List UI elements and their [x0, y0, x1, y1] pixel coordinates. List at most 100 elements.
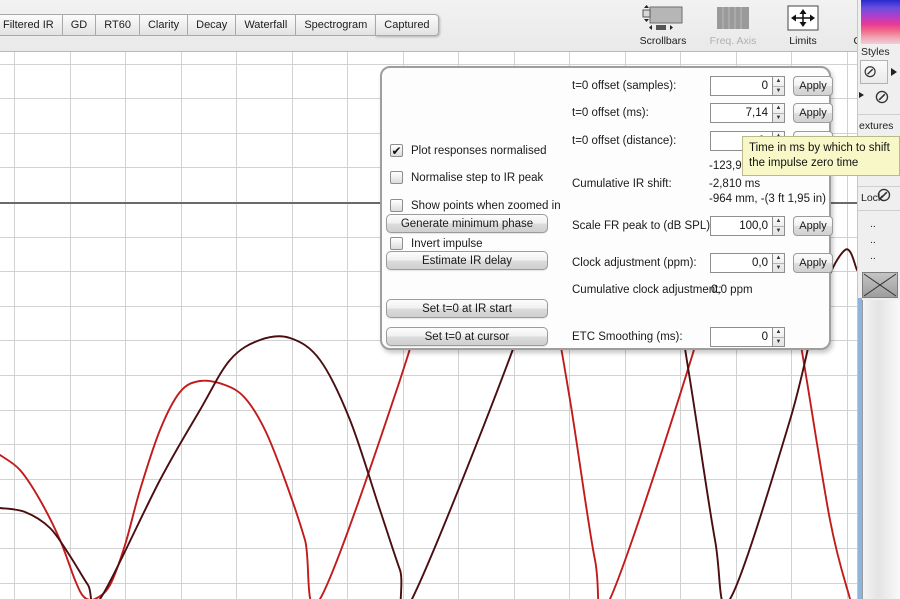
apply-button-4[interactable]: Apply [793, 216, 833, 236]
spinner-up-icon[interactable]: ▲ [773, 254, 784, 264]
spinner-up-icon[interactable]: ▲ [773, 104, 784, 114]
tab-filtered-ir[interactable]: Filtered IR [0, 14, 62, 36]
toolbar-button-scrollbars[interactable]: Scrollbars [634, 2, 692, 47]
spinner-arrows-2[interactable]: ▲ ▼ [772, 103, 785, 123]
field-label-6: ETC Smoothing (ms): [572, 331, 683, 343]
toolbar: Filtered IR GD RT60 Clarity Decay Waterfall Sp… [0, 0, 900, 52]
none-swatch-button[interactable] [862, 272, 898, 298]
field-label-4: Scale FR peak to (dB SPL): [572, 220, 714, 232]
apply-button-1[interactable]: Apply [793, 76, 833, 96]
field-label-3: t=0 offset (distance): [572, 135, 677, 147]
toolbar-button-freq-axis: Freq. Axis [704, 2, 762, 47]
spinner-down-icon[interactable]: ▼ [773, 87, 784, 96]
cumulative-ir-shift-value-3: -964 mm, -(3 ft 1,95 in) [709, 193, 826, 205]
right-panel-lower [862, 300, 900, 599]
spinner-arrows-5[interactable]: ▲ ▼ [772, 253, 785, 273]
app-window: Filtered IR GD RT60 Clarity Decay Waterfall Sp… [0, 0, 900, 599]
tab-rt60[interactable]: RT60 [95, 14, 139, 36]
apply-button-2[interactable]: Apply [793, 103, 833, 123]
action-button-estimate-ir-delay[interactable]: Estimate IR delay [386, 251, 548, 270]
checkbox-row[interactable]: ✔ Plot responses normalised [390, 144, 547, 157]
spinner-value-4[interactable]: 100,0 [710, 216, 772, 236]
tooltip-line-1: Time in ms by which to shift [749, 142, 890, 154]
scrollbars-icon [640, 2, 686, 34]
spinner-value-6[interactable]: 0 [710, 327, 772, 347]
tooltip: Time in ms by which to shift the impulse… [742, 136, 900, 176]
checkbox-row[interactable]: Invert impulse [390, 237, 483, 250]
tab-spectrogram[interactable]: Spectrogram [295, 14, 376, 36]
checkbox-label: Normalise step to IR peak [411, 171, 544, 184]
spinner-down-icon[interactable]: ▼ [773, 227, 784, 236]
action-button-set-t-0-at-ir-start[interactable]: Set t=0 at IR start [386, 299, 548, 318]
divider-3 [858, 210, 900, 211]
spinner-up-icon[interactable]: ▲ [773, 77, 784, 87]
checkbox-1[interactable]: ✔ [390, 144, 403, 157]
field-label-1: t=0 offset (samples): [572, 80, 677, 92]
spinner-2[interactable]: 7,14 ▲ ▼ [710, 103, 785, 123]
no-symbol-icon: ⊘ [863, 62, 878, 81]
cumulative-clock-label: Cumulative clock adjustment: [572, 284, 722, 296]
panel-scrollbar[interactable] [858, 298, 862, 599]
spinner-value-1[interactable]: 0 [710, 76, 772, 96]
spinner-value-2[interactable]: 7,14 [710, 103, 772, 123]
apply-button-5[interactable]: Apply [793, 253, 833, 273]
spinner-6[interactable]: 0 ▲ ▼ [710, 327, 785, 347]
divider-2 [858, 186, 900, 187]
limits-icon [780, 2, 826, 34]
toolbar-button-label: Freq. Axis [709, 35, 757, 47]
toolbar-button-label: Scrollbars [639, 35, 687, 47]
field-label-5: Clock adjustment (ppm): [572, 257, 697, 269]
tab-strip: Filtered IR GD RT60 Clarity Decay Waterfall Sp… [0, 14, 439, 36]
spinner-down-icon[interactable]: ▼ [773, 114, 784, 123]
freq-axis-icon [710, 2, 756, 34]
styles-label: Styles [861, 46, 890, 58]
checkbox-label: Plot responses normalised [411, 144, 547, 157]
cumulative-ir-shift-label: Cumulative IR shift: [572, 178, 672, 190]
spinner-up-icon[interactable]: ▲ [773, 328, 784, 338]
lock-label: Lock [861, 192, 884, 204]
checkbox-row[interactable]: Normalise step to IR peak [390, 171, 543, 184]
ir-controls-dialog-content: ✔ Plot responses normalised Normalise step… [382, 68, 833, 348]
tab-captured[interactable]: Captured [375, 14, 439, 36]
spinner-arrows-6[interactable]: ▲ ▼ [772, 327, 785, 347]
action-button-generate-minimum-phase[interactable]: Generate minimum phase [386, 214, 548, 233]
tooltip-line-2: the impulse zero time [749, 157, 859, 169]
toolbar-button-label: Limits [789, 35, 817, 47]
dot-row-1[interactable]: .. [870, 218, 876, 230]
tab-gd[interactable]: GD [61, 14, 96, 36]
cumulative-ir-shift-value-2: -2,810 ms [709, 178, 761, 190]
cumulative-ir-shift-value-1: -123,9 [709, 160, 742, 172]
spinner-arrows-4[interactable]: ▲ ▼ [772, 216, 785, 236]
checkbox-4[interactable] [390, 237, 403, 250]
checkbox-3[interactable] [390, 199, 403, 212]
action-button-set-t-0-at-cursor[interactable]: Set t=0 at cursor [386, 327, 548, 346]
dot-row-2[interactable]: .. [870, 234, 876, 246]
spinner-1[interactable]: 0 ▲ ▼ [710, 76, 785, 96]
spinner-down-icon[interactable]: ▼ [773, 338, 784, 347]
spinner-4[interactable]: 100,0 ▲ ▼ [710, 216, 785, 236]
textures-label: extures [859, 120, 894, 132]
tab-clarity[interactable]: Clarity [138, 14, 188, 36]
spinner-value-5[interactable]: 0,0 [710, 253, 772, 273]
cumulative-clock-value: 0,0 ppm [711, 284, 753, 296]
checkbox-2[interactable] [390, 171, 403, 184]
color-gradient-swatch[interactable] [861, 0, 900, 44]
chevron-right-icon[interactable] [891, 68, 897, 76]
spinner-down-icon[interactable]: ▼ [773, 264, 784, 273]
spinner-arrows-1[interactable]: ▲ ▼ [772, 76, 785, 96]
spinner-5[interactable]: 0,0 ▲ ▼ [710, 253, 785, 273]
dot-row-3[interactable]: .. [870, 250, 876, 262]
divider-1 [858, 114, 900, 115]
chevron-right-small-icon[interactable] [859, 92, 864, 98]
spinner-up-icon[interactable]: ▲ [773, 217, 784, 227]
no-symbol-icon-2[interactable]: ⊘ [874, 86, 890, 109]
right-side-panel[interactable]: Styles ⊘ ⊘ extures ⊘ Lock .. .. .. [857, 0, 900, 599]
ir-controls-dialog: ✔ Plot responses normalised Normalise step… [380, 66, 833, 350]
checkbox-label: Invert impulse [411, 237, 483, 250]
checkbox-row[interactable]: Show points when zoomed in [390, 199, 561, 212]
toolbar-button-limits[interactable]: Limits [774, 2, 832, 47]
checkbox-label: Show points when zoomed in [411, 199, 561, 212]
tab-decay[interactable]: Decay [187, 14, 236, 36]
field-label-2: t=0 offset (ms): [572, 107, 649, 119]
tab-waterfall[interactable]: Waterfall [235, 14, 296, 36]
